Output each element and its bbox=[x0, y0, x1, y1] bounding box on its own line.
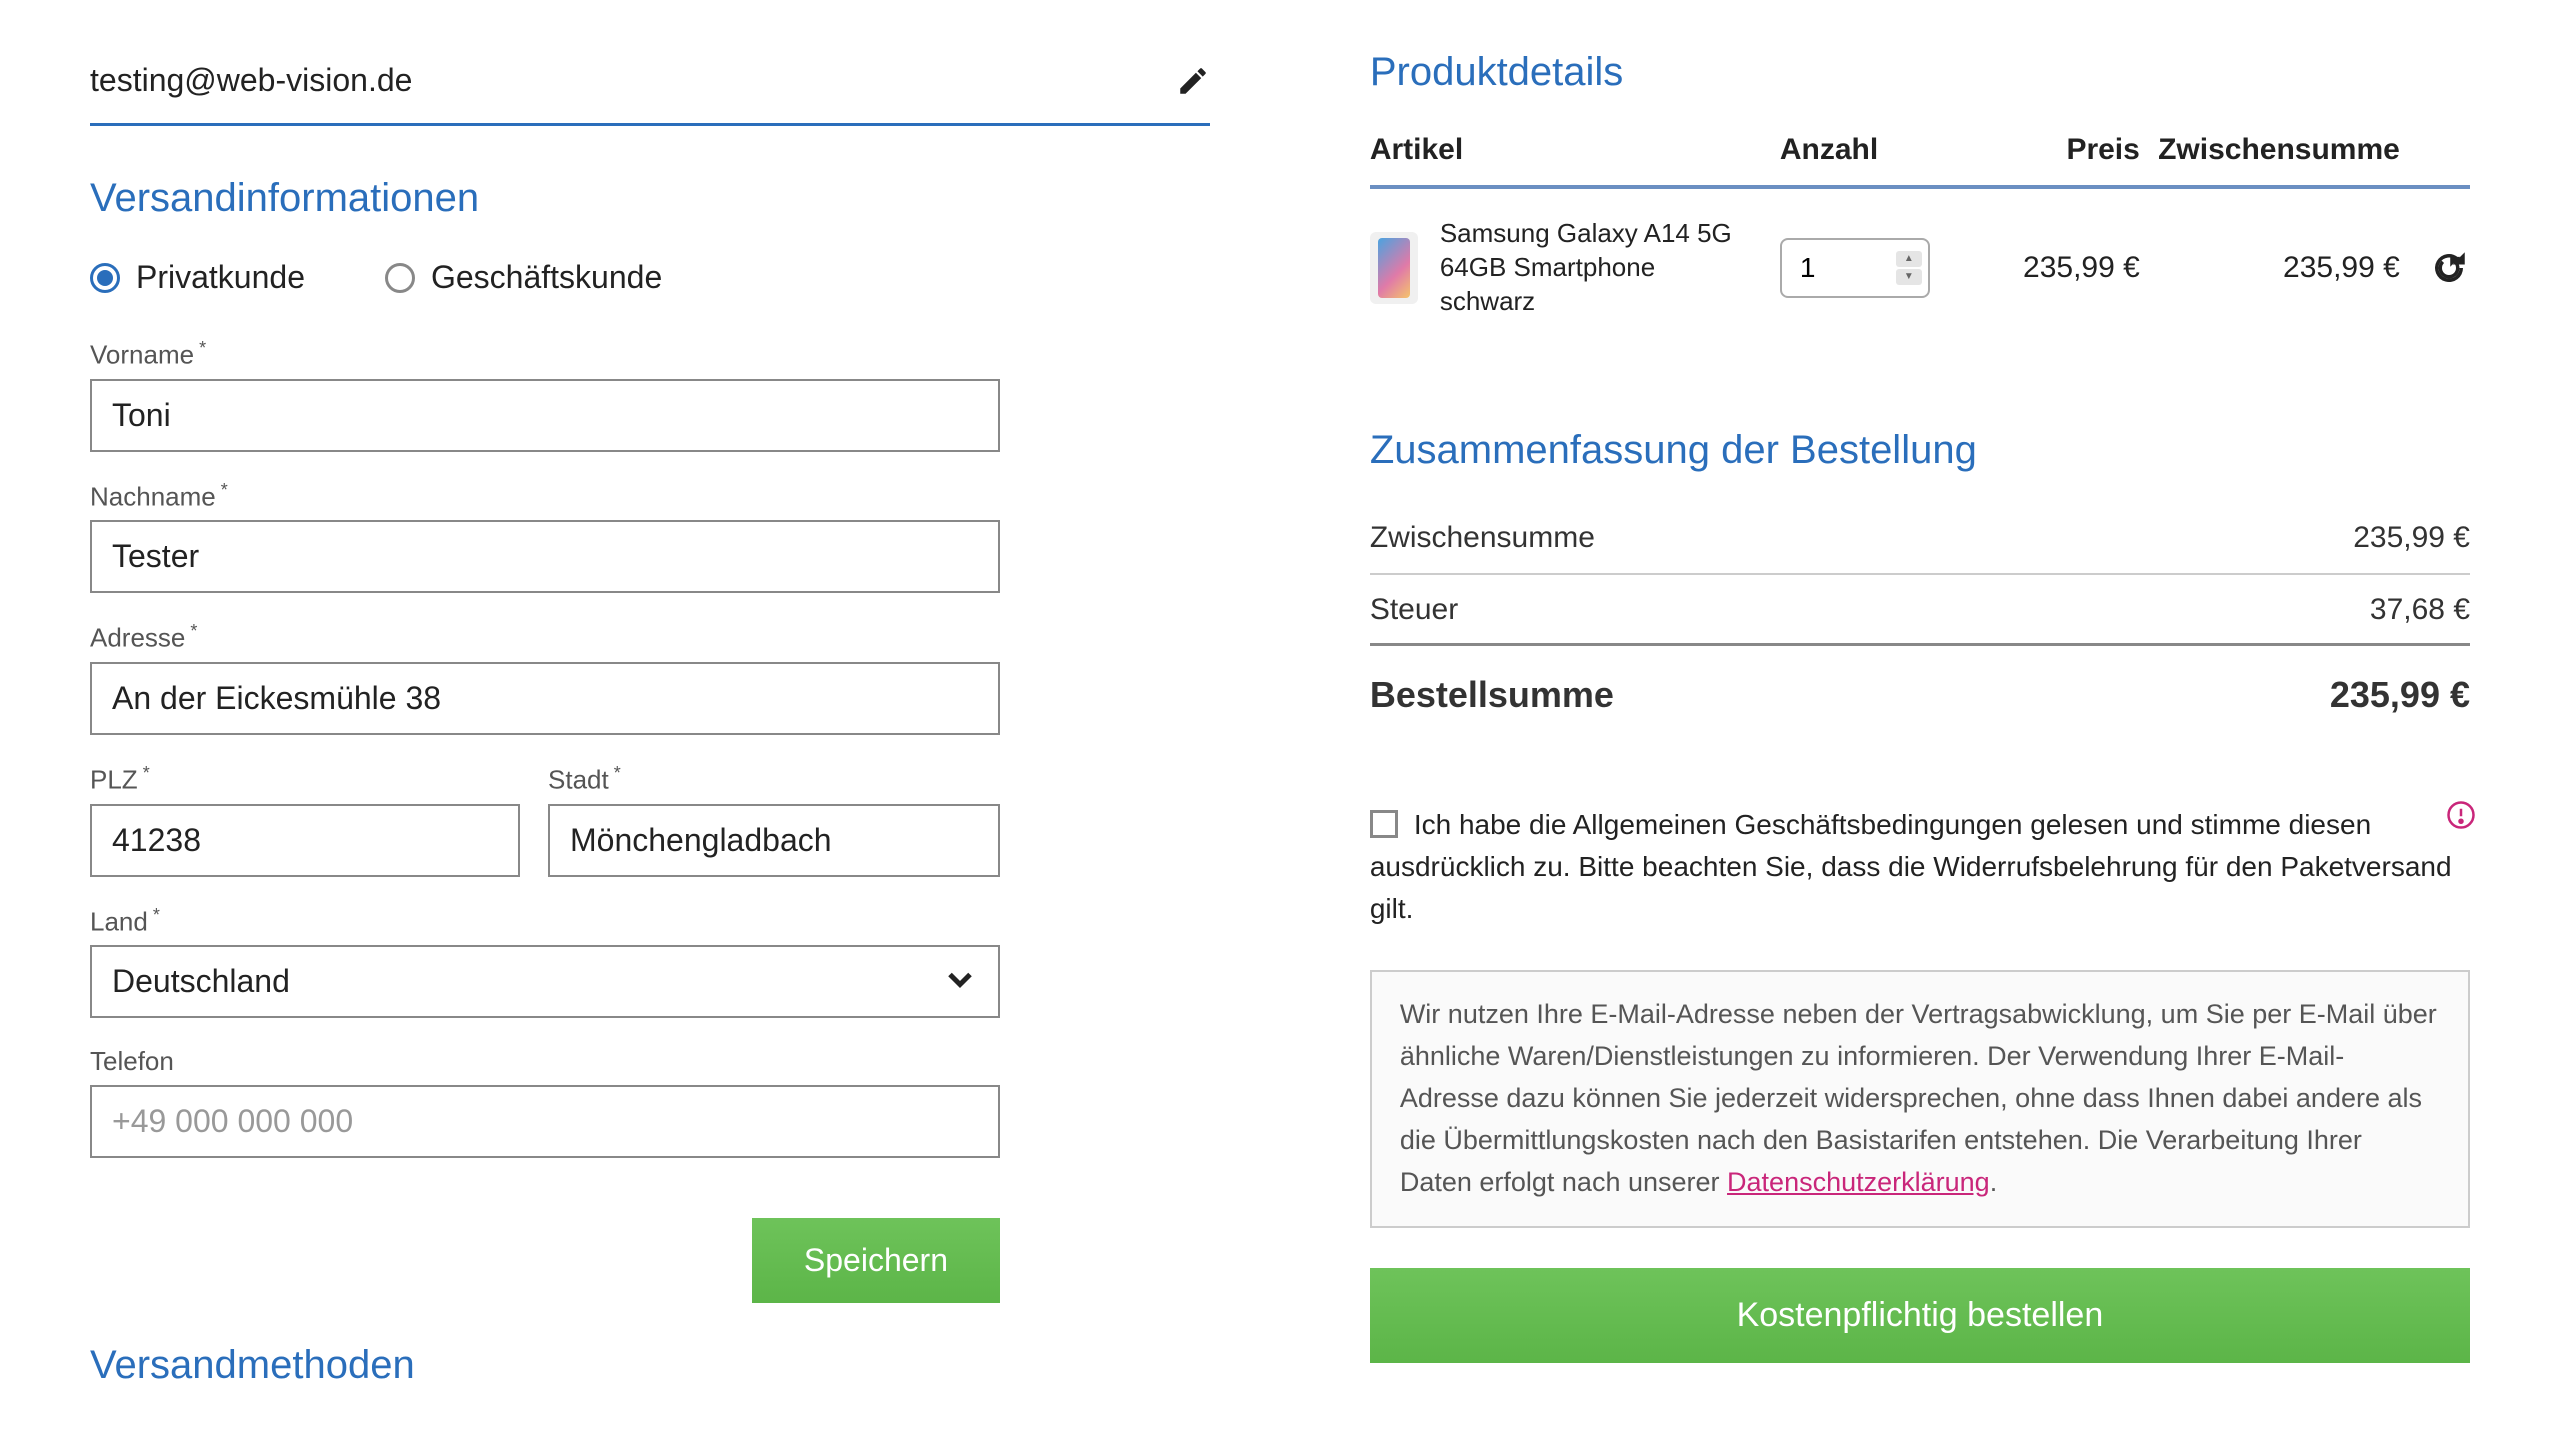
col-price: Preis bbox=[1970, 133, 2140, 167]
radio-private-label: Privatkunde bbox=[136, 259, 305, 296]
agb-text: Ich habe die Allgemeinen Geschäftsbeding… bbox=[1370, 809, 2452, 924]
summary-tax-label: Steuer bbox=[1370, 593, 1458, 627]
city-input[interactable] bbox=[548, 804, 1000, 877]
shipping-methods-title: Versandmethoden bbox=[90, 1343, 1210, 1388]
radio-business[interactable]: Geschäftskunde bbox=[385, 259, 662, 296]
cart-table-header: Artikel Anzahl Preis Zwischensumme bbox=[1370, 133, 2470, 189]
agb-block: Ich habe die Allgemeinen Geschäftsbeding… bbox=[1370, 804, 2470, 930]
summary-total-value: 235,99 € bbox=[2330, 674, 2470, 716]
refresh-icon[interactable] bbox=[2400, 247, 2470, 289]
summary-subtotal-value: 235,99 € bbox=[2353, 521, 2470, 555]
customer-type-radios: Privatkunde Geschäftskunde bbox=[90, 259, 1210, 296]
summary-total-label: Bestellsumme bbox=[1370, 674, 1614, 716]
product-thumbnail bbox=[1370, 232, 1418, 304]
save-button[interactable]: Speichern bbox=[752, 1218, 1000, 1303]
firstname-label: Vorname bbox=[90, 338, 1000, 371]
summary-subtotal-label: Zwischensumme bbox=[1370, 521, 1595, 555]
country-select[interactable] bbox=[90, 945, 1000, 1018]
radio-private-indicator bbox=[90, 263, 120, 293]
country-label: Land bbox=[90, 905, 1000, 938]
product-name: Samsung Galaxy A14 5G 64GB Smartphone sc… bbox=[1440, 217, 1740, 318]
email-row: testing@web-vision.de bbox=[90, 50, 1210, 126]
edit-email-icon[interactable] bbox=[1176, 64, 1210, 98]
city-label: Stadt bbox=[548, 763, 1000, 796]
agb-checkbox[interactable] bbox=[1370, 810, 1398, 838]
order-summary-title: Zusammenfassung der Bestellung bbox=[1370, 428, 2470, 473]
address-label: Adresse bbox=[90, 621, 1000, 654]
address-input[interactable] bbox=[90, 662, 1000, 735]
shipping-info-title: Versandinformationen bbox=[90, 176, 1210, 221]
product-details-title: Produktdetails bbox=[1370, 50, 2470, 95]
summary-total: Bestellsumme 235,99 € bbox=[1370, 643, 2470, 734]
privacy-link[interactable]: Datenschutzerklärung bbox=[1727, 1167, 1990, 1197]
zip-input[interactable] bbox=[90, 804, 520, 877]
row-price: 235,99 € bbox=[1970, 251, 2140, 285]
phone-label: Telefon bbox=[90, 1046, 1000, 1077]
cart-row: Samsung Galaxy A14 5G 64GB Smartphone sc… bbox=[1370, 189, 2470, 358]
summary-tax-value: 37,68 € bbox=[2370, 593, 2470, 627]
lastname-label: Nachname bbox=[90, 480, 1000, 513]
email-value: testing@web-vision.de bbox=[90, 62, 412, 99]
qty-stepper[interactable]: ▲▼ bbox=[1896, 244, 1922, 292]
summary-tax: Steuer 37,68 € bbox=[1370, 575, 2470, 645]
phone-input[interactable] bbox=[90, 1085, 1000, 1158]
radio-business-indicator bbox=[385, 263, 415, 293]
radio-business-label: Geschäftskunde bbox=[431, 259, 662, 296]
privacy-text-post: . bbox=[1990, 1167, 1998, 1197]
place-order-button[interactable]: Kostenpflichtig bestellen bbox=[1370, 1268, 2470, 1363]
col-qty: Anzahl bbox=[1780, 133, 1970, 167]
firstname-input[interactable] bbox=[90, 379, 1000, 452]
lastname-input[interactable] bbox=[90, 520, 1000, 593]
col-article: Artikel bbox=[1370, 133, 1780, 167]
summary-subtotal: Zwischensumme 235,99 € bbox=[1370, 503, 2470, 575]
row-subtotal: 235,99 € bbox=[2140, 251, 2400, 285]
zip-label: PLZ bbox=[90, 763, 520, 796]
radio-private[interactable]: Privatkunde bbox=[90, 259, 305, 296]
warning-icon bbox=[2446, 800, 2476, 842]
col-subtotal: Zwischensumme bbox=[2140, 133, 2400, 167]
privacy-info-box: Wir nutzen Ihre E-Mail-Adresse neben der… bbox=[1370, 970, 2470, 1227]
